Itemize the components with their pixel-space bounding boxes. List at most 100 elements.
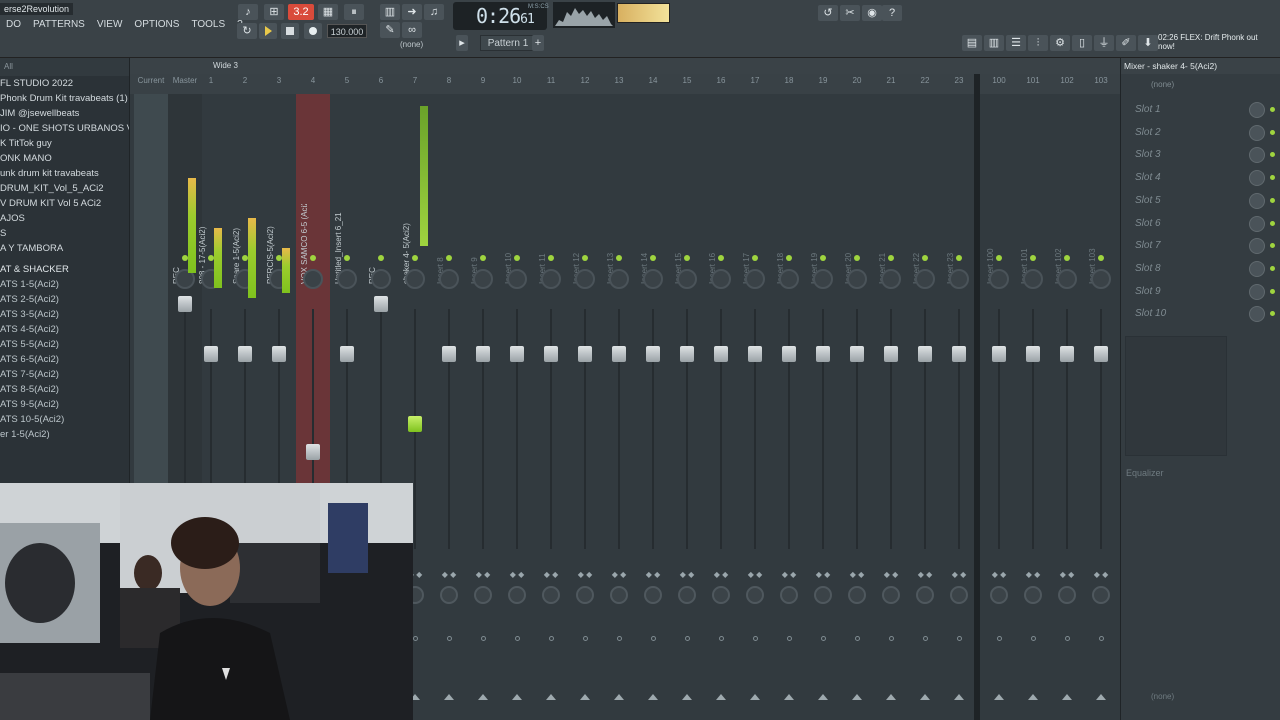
slot-enable-led[interactable] bbox=[1270, 265, 1275, 271]
track-enable-led[interactable] bbox=[344, 255, 350, 261]
slot-enable-led[interactable] bbox=[1270, 220, 1275, 226]
send-knob[interactable] bbox=[678, 586, 696, 604]
stereo-separation-icon[interactable]: ◆ ◆ bbox=[810, 570, 836, 579]
browser-item[interactable]: ATS 7-5(Aci2) bbox=[0, 367, 129, 382]
route-arrow-icon[interactable] bbox=[920, 694, 930, 700]
route-dot[interactable] bbox=[1065, 636, 1070, 641]
route-arrow-icon[interactable] bbox=[818, 694, 828, 700]
track-enable-led[interactable] bbox=[684, 255, 690, 261]
download-icon[interactable]: ⬇ bbox=[1138, 35, 1158, 51]
browser-item[interactable]: FL STUDIO 2022 bbox=[0, 76, 129, 91]
stereo-separation-icon[interactable]: ◆ ◆ bbox=[742, 570, 768, 579]
volume-fader[interactable] bbox=[884, 346, 898, 362]
pan-knob[interactable] bbox=[813, 269, 833, 289]
volume-fader[interactable] bbox=[748, 346, 762, 362]
browser-item[interactable]: unk drum kit travabeats bbox=[0, 166, 129, 181]
menu-item-4[interactable]: TOOLS bbox=[185, 18, 231, 32]
track-enable-led[interactable] bbox=[514, 255, 520, 261]
track-enable-led[interactable] bbox=[548, 255, 554, 261]
route-dot[interactable] bbox=[685, 636, 690, 641]
route-arrow-icon[interactable] bbox=[784, 694, 794, 700]
stereo-separation-icon[interactable]: ◆ ◆ bbox=[1020, 570, 1046, 579]
link-icon[interactable]: ∞ bbox=[402, 22, 422, 38]
send-knob[interactable] bbox=[1024, 586, 1042, 604]
mixer-track-18[interactable]: 17 Insert 17 ◆ ◆ bbox=[738, 76, 772, 720]
slot-mix-knob[interactable] bbox=[1249, 170, 1265, 187]
volume-fader[interactable] bbox=[510, 346, 524, 362]
browser-item[interactable]: ATS 6-5(Aci2) bbox=[0, 352, 129, 367]
stereo-separation-icon[interactable]: ◆ ◆ bbox=[986, 570, 1012, 579]
pan-knob[interactable] bbox=[915, 269, 935, 289]
mixer-track-26[interactable]: 101 Insert 101 ◆ ◆ bbox=[1016, 76, 1050, 720]
fx-slot[interactable]: Slot 4 bbox=[1125, 168, 1277, 188]
undo-icon[interactable]: ↺ bbox=[818, 5, 838, 21]
stereo-separation-icon[interactable]: ◆ ◆ bbox=[1054, 570, 1080, 579]
fx-slot[interactable]: Slot 3 bbox=[1125, 145, 1277, 165]
slot-enable-led[interactable] bbox=[1270, 311, 1275, 317]
browser-item[interactable]: V DRUM KIT Vol 5 ACi2 bbox=[0, 196, 129, 211]
route-dot[interactable] bbox=[583, 636, 588, 641]
volume-fader[interactable] bbox=[952, 346, 966, 362]
fx-slot[interactable]: Slot 5 bbox=[1125, 191, 1277, 211]
track-enable-led[interactable] bbox=[820, 255, 826, 261]
mixer-track-27[interactable]: 102 Insert 102 ◆ ◆ bbox=[1050, 76, 1084, 720]
route-arrow-icon[interactable] bbox=[954, 694, 964, 700]
menu-item-0[interactable]: DO bbox=[0, 18, 27, 32]
volume-fader[interactable] bbox=[442, 346, 456, 362]
pan-knob[interactable] bbox=[473, 269, 493, 289]
pan-knob[interactable] bbox=[439, 269, 459, 289]
output-selector[interactable]: (none) bbox=[1151, 692, 1174, 701]
browser-item[interactable]: Phonk Drum Kit travabeats (1) bbox=[0, 91, 129, 106]
stereo-separation-icon[interactable]: ◆ ◆ bbox=[436, 570, 462, 579]
volume-fader[interactable] bbox=[476, 346, 490, 362]
route-dot[interactable] bbox=[997, 636, 1002, 641]
menu-item-3[interactable]: OPTIONS bbox=[128, 18, 185, 32]
route-arrow-icon[interactable] bbox=[580, 694, 590, 700]
send-knob[interactable] bbox=[990, 586, 1008, 604]
volume-fader[interactable] bbox=[714, 346, 728, 362]
track-enable-led[interactable] bbox=[996, 255, 1002, 261]
send-knob[interactable] bbox=[882, 586, 900, 604]
slot-enable-led[interactable] bbox=[1270, 107, 1275, 112]
volume-fader[interactable] bbox=[272, 346, 286, 362]
stereo-separation-icon[interactable]: ◆ ◆ bbox=[1088, 570, 1114, 579]
browser-item[interactable]: JIM @jsewellbeats bbox=[0, 106, 129, 121]
send-knob[interactable] bbox=[542, 586, 560, 604]
volume-fader[interactable] bbox=[782, 346, 796, 362]
send-knob[interactable] bbox=[712, 586, 730, 604]
mixer-track-15[interactable]: 14 Insert 14 ◆ ◆ bbox=[636, 76, 670, 720]
send-knob[interactable] bbox=[508, 586, 526, 604]
pattern-add-icon[interactable]: + bbox=[532, 35, 544, 51]
track-enable-led[interactable] bbox=[616, 255, 622, 261]
send-knob[interactable] bbox=[576, 586, 594, 604]
browser-item[interactable]: S bbox=[0, 226, 129, 241]
browser-item[interactable]: AT & SHACKER bbox=[0, 262, 129, 277]
volume-fader[interactable] bbox=[306, 444, 320, 460]
send-knob[interactable] bbox=[474, 586, 492, 604]
pan-knob[interactable] bbox=[371, 269, 391, 289]
route-arrow-icon[interactable] bbox=[444, 694, 454, 700]
route-dot[interactable] bbox=[481, 636, 486, 641]
track-enable-led[interactable] bbox=[310, 255, 316, 261]
mixer-track-25[interactable]: 100 Insert 100 ◆ ◆ bbox=[982, 76, 1016, 720]
track-enable-led[interactable] bbox=[718, 255, 724, 261]
slot-mix-knob[interactable] bbox=[1249, 147, 1265, 164]
send-knob[interactable] bbox=[1058, 586, 1076, 604]
mic-icon[interactable]: ◉ bbox=[862, 5, 882, 21]
volume-fader[interactable] bbox=[578, 346, 592, 362]
browser-item[interactable]: ONK MANO bbox=[0, 151, 129, 166]
route-arrow-icon[interactable] bbox=[1028, 694, 1038, 700]
pattern-selector[interactable]: Pattern 1 bbox=[480, 35, 536, 51]
record-button[interactable] bbox=[304, 23, 322, 39]
plug-icon[interactable]: ⏚ bbox=[1094, 35, 1114, 51]
volume-fader[interactable] bbox=[408, 416, 422, 432]
volume-fader[interactable] bbox=[204, 346, 218, 362]
browser-icon[interactable]: ▯ bbox=[1072, 35, 1092, 51]
send-knob[interactable] bbox=[780, 586, 798, 604]
volume-fader[interactable] bbox=[680, 346, 694, 362]
fx-slot[interactable]: Slot 9 bbox=[1125, 282, 1277, 302]
slot-enable-led[interactable] bbox=[1270, 152, 1275, 158]
pan-knob[interactable] bbox=[989, 269, 1009, 289]
bell-icon[interactable]: ♫ bbox=[424, 4, 444, 20]
stereo-separation-icon[interactable]: ◆ ◆ bbox=[776, 570, 802, 579]
